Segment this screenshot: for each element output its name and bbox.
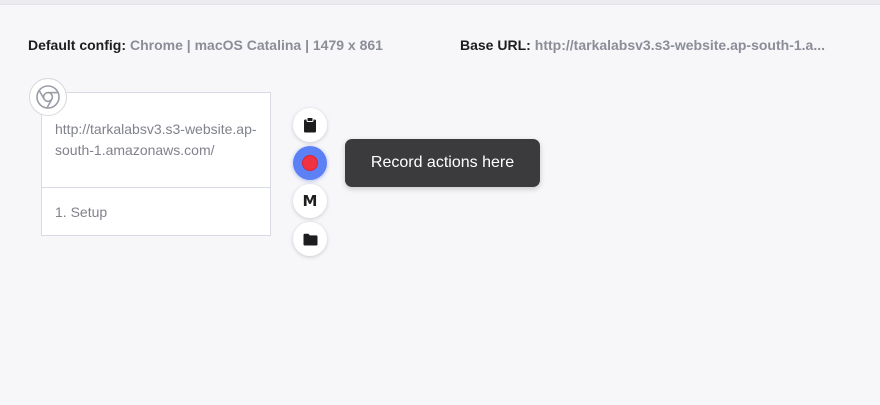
chrome-icon-svg [36, 85, 60, 109]
base-url-label: Base URL: [460, 37, 531, 53]
top-border [0, 0, 880, 5]
base-url: Base URL: http://tarkalabsv3.s3-website.a… [460, 37, 864, 53]
config-bar: Default config: Chrome | macOS Catalina |… [28, 37, 868, 55]
record-icon [302, 155, 318, 171]
base-url-value: http://tarkalabsv3.s3-website.ap-south-1… [534, 37, 825, 53]
folder-icon [303, 233, 317, 245]
default-config: Default config: Chrome | macOS Catalina |… [28, 37, 383, 53]
folder-button[interactable] [293, 222, 327, 256]
record-tooltip: Record actions here [345, 139, 540, 187]
default-config-value: Chrome | macOS Catalina | 1479 x 861 [130, 37, 383, 53]
chrome-icon [29, 78, 67, 116]
default-config-label: Default config: [28, 37, 126, 53]
clipboard-icon [304, 117, 316, 133]
m-button[interactable]: M [293, 184, 327, 218]
step-setup-label[interactable]: 1. Setup [55, 204, 107, 220]
record-button[interactable] [293, 146, 327, 180]
m-logo-icon: M [302, 191, 318, 210]
step-card[interactable]: http://tarkalabsv3.s3-website.ap-south-1… [41, 92, 271, 236]
step-url[interactable]: http://tarkalabsv3.s3-website.ap-south-1… [42, 93, 270, 188]
clipboard-button[interactable] [293, 108, 327, 142]
